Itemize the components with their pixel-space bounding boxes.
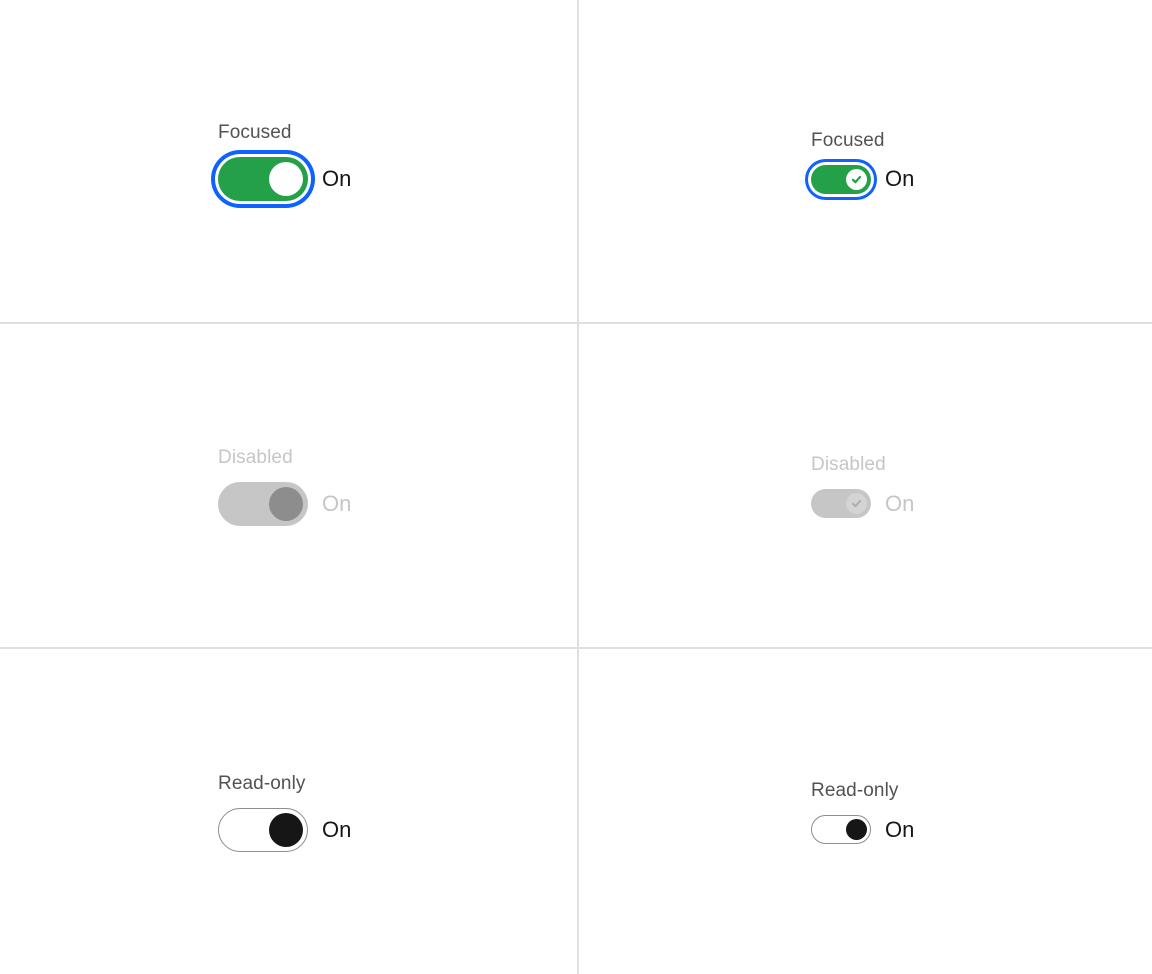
toggle-label-disabled-default: Disabled: [218, 446, 293, 468]
toggle-row-focused-small: On: [811, 164, 1152, 194]
toggle-row-disabled-small: On: [811, 489, 1152, 518]
toggle-state-text-disabled-small: On: [885, 490, 915, 516]
toggle-state-text-readonly-default: On: [322, 816, 352, 842]
toggle-label-focused-default: Focused: [218, 122, 292, 143]
toggle-label-readonly-default: Read-only: [218, 772, 306, 794]
check-icon: [851, 175, 862, 183]
toggle-knob: [269, 162, 303, 196]
toggle-knob: [269, 812, 303, 847]
toggle-knob: [846, 819, 867, 840]
toggle-state-text-focused-small: On: [885, 166, 915, 191]
toggle-knob: [269, 486, 303, 521]
toggle-showcase-grid: Focused On Focused On Disabled On Disabl…: [0, 0, 1152, 974]
toggle-state-text-readonly-small: On: [885, 816, 915, 842]
toggle-disabled-default: [218, 481, 308, 526]
cell-readonly-default: Read-only On: [0, 649, 577, 974]
toggle-state-text-focused-default: On: [322, 166, 352, 191]
toggle-knob: [846, 168, 867, 190]
toggle-row-focused-default: On: [218, 157, 577, 201]
toggle-focused-default[interactable]: [218, 157, 308, 201]
toggle-readonly-default: [218, 807, 308, 852]
toggle-row-readonly-default: On: [218, 807, 577, 852]
toggle-row-readonly-small: On: [811, 815, 1152, 844]
toggle-label-disabled-small: Disabled: [811, 454, 886, 475]
cell-focused-default: Focused On: [0, 0, 577, 322]
cell-focused-small: Focused On: [579, 0, 1152, 322]
toggle-label-readonly-small: Read-only: [811, 780, 899, 801]
toggle-focused-small[interactable]: [811, 164, 871, 194]
toggle-label-focused-small: Focused: [811, 129, 885, 151]
toggle-row-disabled-default: On: [218, 481, 577, 526]
toggle-readonly-small: [811, 815, 871, 844]
check-icon: [851, 499, 862, 508]
cell-disabled-default: Disabled On: [0, 324, 577, 647]
cell-readonly-small: Read-only On: [579, 649, 1152, 974]
toggle-state-text-disabled-default: On: [322, 490, 352, 516]
cell-disabled-small: Disabled On: [579, 324, 1152, 647]
toggle-knob: [846, 493, 867, 514]
toggle-disabled-small: [811, 489, 871, 518]
